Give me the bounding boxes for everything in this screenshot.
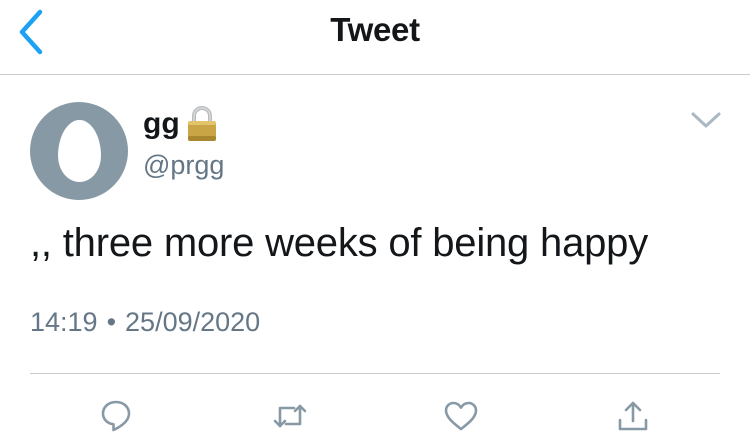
tweet-timestamp: 14:19 • 25/09/2020 xyxy=(30,307,260,338)
user-handle[interactable]: @prgg xyxy=(143,150,224,181)
tweet-time: 14:19 xyxy=(30,307,98,337)
author-name-row: gg xyxy=(143,104,219,144)
lock-icon xyxy=(187,106,216,141)
share-icon xyxy=(618,401,648,431)
divider xyxy=(30,373,720,374)
reply-icon xyxy=(101,400,131,432)
navigation-header: Tweet xyxy=(0,0,750,75)
heart-icon xyxy=(444,401,478,431)
page-title: Tweet xyxy=(330,11,420,48)
default-egg-avatar xyxy=(58,120,101,182)
tweet-text: ,, three more weeks of being happy xyxy=(30,221,649,265)
tweet-date: 25/09/2020 xyxy=(125,307,261,337)
share-button[interactable] xyxy=(611,394,655,438)
retweet-icon xyxy=(273,404,307,428)
retweet-button[interactable] xyxy=(268,394,312,438)
display-name[interactable]: gg xyxy=(143,107,180,141)
tweet-detail-screen: Tweet gg @prgg ,, three more weeks of be… xyxy=(0,0,750,447)
avatar[interactable] xyxy=(30,102,128,200)
tweet-options-button[interactable] xyxy=(686,104,726,136)
reply-button[interactable] xyxy=(94,394,138,438)
like-button[interactable] xyxy=(439,394,483,438)
chevron-down-icon xyxy=(691,112,721,128)
meta-separator: • xyxy=(106,307,117,337)
